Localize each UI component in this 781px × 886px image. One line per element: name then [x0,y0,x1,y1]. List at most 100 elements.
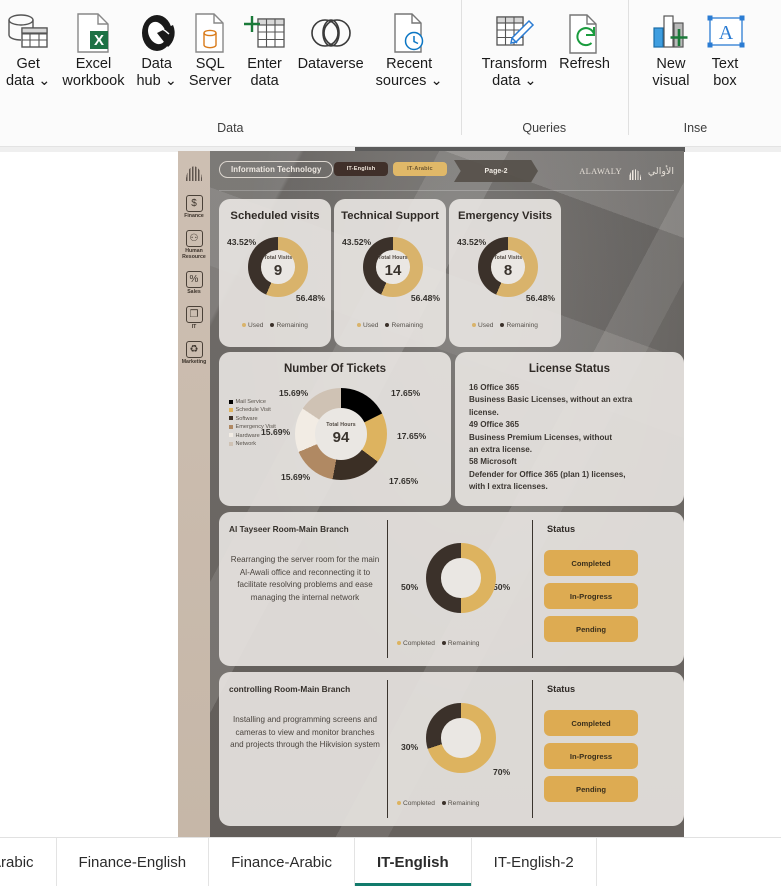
status-button-pending[interactable]: Pending [544,616,638,642]
sidebar-item-label: Finance [184,213,204,219]
status-button-in-progress[interactable]: In-Progress [544,743,638,769]
transform-data-button[interactable]: Transform data ⌄ [476,6,554,90]
tickets-donut-center: Total Hours 94 [295,388,387,480]
ribbon-group-label-inse: Inse [683,121,708,135]
legend-item-completed[interactable]: Completed [397,640,435,647]
recent-sources-button[interactable]: Recent sources ⌄ [370,6,449,90]
get-data-button[interactable]: Get data ⌄ [0,6,56,90]
report-header: Information Technology IT-English IT-Ara… [210,151,684,194]
tickets-card: Number Of Tickets Mail Service Schedule V… [219,352,451,506]
kpi-donut-chart[interactable]: Total Visits 9 [248,237,308,297]
kpi-card-title: Emergency Visits [458,210,552,222]
legend-item-remaining[interactable]: Remaining [270,322,308,329]
legend-item-used[interactable]: Used [357,322,378,329]
kpi-center-value: 9 [273,262,283,279]
database-table-icon [6,10,50,56]
tickets-legend-item[interactable]: Network [229,440,276,448]
project-divider-left [387,520,389,658]
percent-icon: % [185,271,203,288]
monitor-icon: ❐ [185,306,203,323]
enter-data-button[interactable]: Enter data [238,6,292,90]
legend-item-used[interactable]: Used [242,322,263,329]
data-hub-button[interactable]: Data hub ⌄ [130,6,182,90]
status-button-completed[interactable]: Completed [544,710,638,736]
tickets-legend: Mail Service Schedule Visit Software Emerge… [229,398,276,448]
project-description: Installing and programming screens and c… [230,715,380,750]
status-button-in-progress[interactable]: In-Progress [544,583,638,609]
tickets-label-bottom-right: 17.65% [389,476,419,486]
kpi-card-2: Emergency Visits 43.52% 56.48% Total Vis… [449,199,561,347]
kpi-center-value: 14 [384,262,402,279]
enter-data-label: Enter data [247,56,282,89]
legend-item-used[interactable]: Used [472,322,493,329]
legend-item-remaining[interactable]: Remaining [441,800,479,807]
page-tab-finance-arabic[interactable]: Finance-Arabic [209,838,355,886]
page-tab-finance-english[interactable]: Finance-English [57,838,210,886]
status-title: Status [547,684,576,694]
project-donut-chart[interactable] [426,543,496,613]
sidebar-item-sales[interactable]: % Sales [178,271,210,295]
get-data-label: Get data ⌄ [6,56,51,89]
enter-data-icon [243,10,286,56]
kpi-legend: Used Remaining [219,322,331,329]
ribbon-group-label-queries: Queries [522,121,567,135]
brand-mark-icon [626,163,643,180]
svg-text:A: A [719,22,734,44]
status-button-pending[interactable]: Pending [544,776,638,802]
tickets-legend-item[interactable]: Schedule Visit [229,406,276,414]
page-tab-ing-arabic[interactable]: ing-Arabic [0,838,57,886]
page-tab-it-english-2[interactable]: IT-English-2 [472,838,597,886]
project-left-pct: 50% [401,582,419,592]
legend-item-completed[interactable]: Completed [397,800,435,807]
kpi-donut-center: Total Visits 8 [478,237,538,297]
project-divider-left [387,680,389,818]
sidebar-item-finance[interactable]: $ Finance [178,195,210,219]
sidebar-item-label: Human Resource [182,248,206,260]
brand-logo: ALAWALY الأوالي [579,163,674,180]
tickets-center-value: 94 [332,429,350,446]
datahub-icon [137,10,177,56]
ribbon-group-data: Get data ⌄ X Excel workbook Data hub ⌄ SQL S… [0,0,461,119]
brand-name-ar: الأوالي [647,166,674,177]
license-title: License Status [528,363,611,375]
project-donut-chart[interactable] [426,703,496,773]
transform-data-icon [493,10,535,56]
lang-button-english[interactable]: IT-English [334,162,388,176]
transform-data-label: Transform data ⌄ [481,56,548,89]
refresh-button[interactable]: Refresh [553,6,616,73]
project-divider-right [532,680,534,818]
header-divider [219,190,674,191]
legend-item-remaining[interactable]: Remaining [441,640,479,647]
project-legend: Completed Remaining [397,800,479,807]
page-chip[interactable]: Page-2 [454,160,538,182]
ribbon-group-labels: Data Queries Inse [0,7,781,146]
recent-sources-label: Recent sources ⌄ [375,56,443,89]
ribbon-group-label-data: Data [217,121,244,135]
kpi-donut-center: Total Visits 9 [248,237,308,297]
sidebar-item-marketing[interactable]: ♻ Marketing [178,341,210,365]
sidebar-item-label: IT [191,324,197,330]
sql-server-button[interactable]: SQL Server [183,6,238,90]
dataverse-button[interactable]: Dataverse [292,6,370,73]
text-box-button[interactable]: A Text box [699,6,751,90]
kpi-donut-chart[interactable]: Total Hours 14 [363,237,423,297]
new-visual-button[interactable]: New visual [643,6,699,90]
sidebar-item-it[interactable]: ❐ IT [178,306,210,330]
sql-server-icon [191,10,229,56]
sidebar-item-human-resource[interactable]: ⚇ Human Resource [178,230,210,260]
legend-item-remaining[interactable]: Remaining [500,322,538,329]
page-tab-it-english[interactable]: IT-English [354,838,472,886]
tickets-legend-item[interactable]: Software [229,415,276,423]
kpi-donut-chart[interactable]: Total Visits 8 [478,237,538,297]
tickets-legend-item[interactable]: Mail Service [229,398,276,406]
legend-item-remaining[interactable]: Remaining [385,322,423,329]
excel-workbook-button[interactable]: X Excel workbook [56,6,130,90]
tickets-donut-chart[interactable]: Total Hours 94 [295,388,387,480]
project-right-pct: 50% [493,582,511,592]
kpi-legend: Used Remaining [334,322,446,329]
project-legend: Completed Remaining [397,640,479,647]
status-button-completed[interactable]: Completed [544,550,638,576]
tickets-label-mid-right: 17.65% [397,431,427,441]
ribbon-group-separator [627,7,629,135]
lang-button-arabic[interactable]: IT-Arabic [393,162,447,176]
